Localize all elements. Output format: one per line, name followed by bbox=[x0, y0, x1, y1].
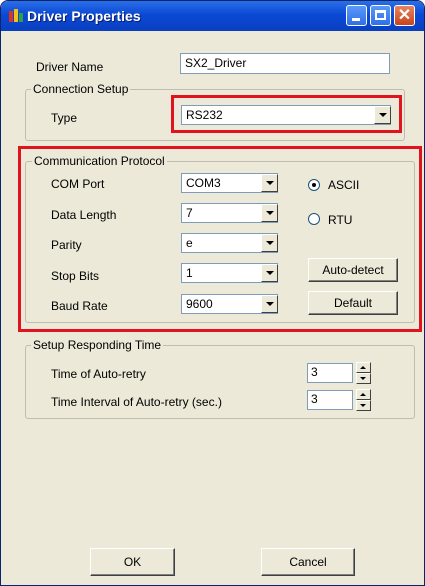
driver-name-input[interactable]: SX2_Driver bbox=[180, 53, 390, 74]
maximize-icon bbox=[375, 10, 386, 20]
close-icon: ✕ bbox=[397, 7, 412, 24]
responding-time-legend: Setup Responding Time bbox=[31, 338, 164, 352]
retry-interval-spinner[interactable] bbox=[356, 389, 371, 411]
connection-setup-legend: Connection Setup bbox=[31, 82, 131, 96]
cancel-button-label: Cancel bbox=[289, 555, 327, 569]
minimize-button[interactable] bbox=[346, 5, 367, 26]
parity-value: e bbox=[186, 236, 193, 250]
data-length-value: 7 bbox=[186, 206, 193, 220]
driver-properties-window: Driver Properties ✕ Driver Name SX2_Driv… bbox=[0, 0, 425, 586]
baud-rate-value: 9600 bbox=[186, 297, 213, 311]
ok-button-label: OK bbox=[123, 555, 142, 569]
chevron-down-icon bbox=[266, 241, 274, 245]
cancel-button[interactable]: Cancel bbox=[261, 548, 355, 576]
stop-bits-value: 1 bbox=[186, 266, 193, 280]
spin-up-icon[interactable] bbox=[356, 362, 371, 373]
app-icon bbox=[9, 9, 23, 22]
stop-bits-select[interactable]: 1 bbox=[181, 263, 278, 283]
minimize-icon bbox=[352, 18, 360, 21]
chevron-down-icon bbox=[266, 181, 274, 185]
rtu-radio[interactable] bbox=[308, 213, 320, 225]
auto-detect-button-label: Auto-detect bbox=[322, 263, 384, 277]
spin-down-icon[interactable] bbox=[356, 400, 371, 411]
close-button[interactable]: ✕ bbox=[394, 5, 415, 26]
type-dropdown-button[interactable] bbox=[374, 106, 391, 124]
default-button[interactable]: Default bbox=[308, 291, 398, 315]
com-port-label: COM Port bbox=[51, 177, 105, 191]
parity-label: Parity bbox=[51, 238, 82, 252]
auto-detect-button[interactable]: Auto-detect bbox=[308, 258, 398, 282]
chevron-down-icon bbox=[266, 271, 274, 275]
type-label: Type bbox=[51, 111, 78, 125]
auto-retry-spinner[interactable] bbox=[356, 362, 371, 384]
stop-bits-label: Stop Bits bbox=[51, 269, 100, 283]
ascii-radio[interactable] bbox=[308, 179, 320, 191]
type-select[interactable]: RS232 bbox=[181, 105, 391, 125]
ascii-radio-label[interactable]: ASCII bbox=[328, 178, 359, 192]
stop-bits-dropdown-button[interactable] bbox=[261, 264, 278, 282]
maximize-button[interactable] bbox=[370, 5, 391, 26]
type-select-value: RS232 bbox=[186, 108, 223, 122]
communication-protocol-legend: Communication Protocol bbox=[32, 154, 167, 168]
data-length-select[interactable]: 7 bbox=[181, 203, 278, 223]
rtu-radio-label[interactable]: RTU bbox=[328, 213, 352, 227]
baud-rate-select[interactable]: 9600 bbox=[181, 294, 278, 314]
auto-retry-input[interactable]: 3 bbox=[307, 363, 353, 383]
chevron-down-icon bbox=[266, 211, 274, 215]
title-bar[interactable]: Driver Properties ✕ bbox=[1, 1, 424, 31]
baud-rate-dropdown-button[interactable] bbox=[261, 295, 278, 313]
com-port-dropdown-button[interactable] bbox=[261, 174, 278, 192]
window-title: Driver Properties bbox=[27, 8, 141, 24]
chevron-down-icon bbox=[379, 113, 387, 117]
ok-button[interactable]: OK bbox=[90, 548, 175, 576]
spin-up-icon[interactable] bbox=[356, 389, 371, 400]
data-length-dropdown-button[interactable] bbox=[261, 204, 278, 222]
parity-select[interactable]: e bbox=[181, 233, 278, 253]
retry-interval-label: Time Interval of Auto-retry (sec.) bbox=[51, 395, 222, 409]
auto-retry-label: Time of Auto-retry bbox=[51, 367, 146, 381]
driver-name-label: Driver Name bbox=[36, 60, 104, 74]
chevron-down-icon bbox=[266, 302, 274, 306]
baud-rate-label: Baud Rate bbox=[51, 299, 108, 313]
com-port-value: COM3 bbox=[186, 176, 221, 190]
com-port-select[interactable]: COM3 bbox=[181, 173, 278, 193]
data-length-label: Data Length bbox=[51, 208, 117, 222]
default-button-label: Default bbox=[333, 296, 373, 310]
spin-down-icon[interactable] bbox=[356, 373, 371, 384]
retry-interval-input[interactable]: 3 bbox=[307, 390, 353, 410]
parity-dropdown-button[interactable] bbox=[261, 234, 278, 252]
